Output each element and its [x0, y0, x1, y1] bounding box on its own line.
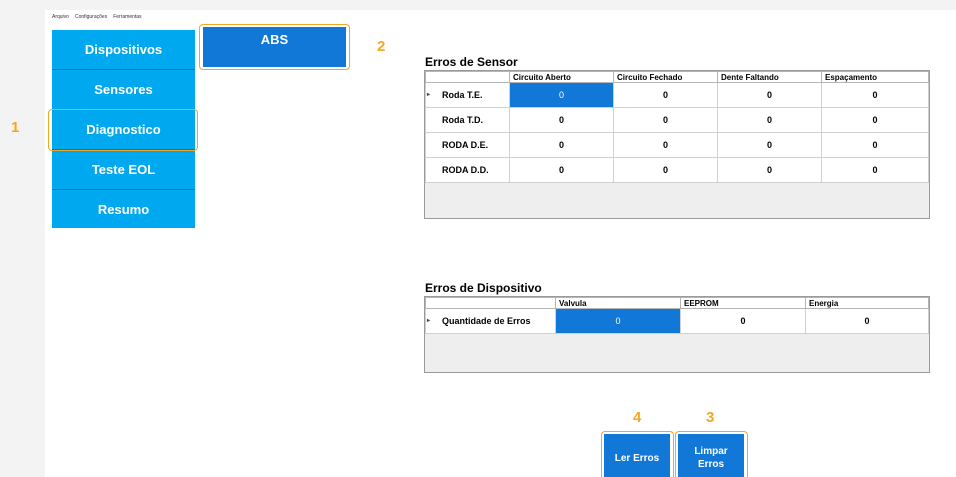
row-header[interactable]: Roda T.D. — [425, 107, 510, 133]
table-cell[interactable]: 0 — [821, 132, 929, 158]
table-cell[interactable]: 0 — [613, 132, 718, 158]
callout-highlight-diagnostico — [48, 109, 198, 151]
menu-ferramentas[interactable]: Ferramentas — [113, 14, 141, 20]
menu-arquivo[interactable]: Arquivo — [52, 14, 69, 20]
clear-errors-button[interactable]: Limpar Erros — [678, 434, 744, 477]
row-header[interactable]: ▸ Roda T.E. — [425, 82, 510, 108]
table-cell[interactable]: 0 — [821, 157, 929, 183]
table-row[interactable]: RODA D.E. 0 0 0 0 — [425, 132, 929, 158]
current-row-marker-icon: ▸ — [427, 318, 431, 324]
table-cell[interactable]: 0 — [717, 107, 822, 133]
sensor-errors-header-row: Circuito Aberto Circuito Fechado Dente F… — [425, 71, 929, 83]
column-header: Energia — [805, 297, 929, 309]
table-cell[interactable]: 0 — [509, 107, 614, 133]
table-row[interactable]: ▸ Quantidade de Erros 0 0 0 — [425, 308, 929, 334]
column-header: Valvula — [555, 297, 681, 309]
row-header[interactable]: RODA D.D. — [425, 157, 510, 183]
table-cell[interactable]: 0 — [717, 157, 822, 183]
table-row[interactable]: ▸ Roda T.E. 0 0 0 0 — [425, 82, 929, 108]
clear-errors-label-line-2: Erros — [697, 459, 725, 470]
column-header: Circuito Aberto — [509, 71, 614, 83]
column-header: Circuito Fechado — [613, 71, 718, 83]
table-cell[interactable]: 0 — [613, 107, 718, 133]
column-header: EEPROM — [680, 297, 806, 309]
table-cell[interactable]: 0 — [717, 82, 822, 108]
table-cell[interactable]: 0 — [821, 82, 929, 108]
device-errors-grid: Valvula EEPROM Energia ▸ Quantidade de Er… — [424, 296, 930, 373]
sensor-errors-grid: Circuito Aberto Circuito Fechado Dente F… — [424, 70, 930, 219]
table-cell[interactable]: 0 — [717, 132, 822, 158]
callout-number-3: 3 — [706, 409, 715, 426]
table-cell[interactable]: 0 — [821, 107, 929, 133]
corner-header — [425, 71, 510, 83]
table-cell[interactable]: 0 — [509, 157, 614, 183]
current-row-marker-icon: ▸ — [427, 92, 431, 98]
table-row[interactable]: Roda T.D. 0 0 0 0 — [425, 107, 929, 133]
table-cell[interactable]: 0 — [509, 132, 614, 158]
menu-configuracoes[interactable]: Configurações — [75, 14, 107, 20]
table-cell[interactable]: 0 — [680, 308, 806, 334]
device-errors-title: Erros de Dispositivo — [425, 281, 542, 295]
table-row[interactable]: RODA D.D. 0 0 0 0 — [425, 157, 929, 183]
nav-item-dispositivos[interactable]: Dispositivos — [52, 30, 195, 70]
read-errors-button[interactable]: Ler Erros — [604, 434, 670, 477]
callout-number-4: 4 — [633, 409, 642, 426]
sensor-errors-title: Erros de Sensor — [425, 55, 518, 69]
nav-item-teste-eol[interactable]: Teste EOL — [52, 150, 195, 190]
nav-item-sensores[interactable]: Sensores — [52, 70, 195, 110]
clear-errors-label-line-1: Limpar — [694, 446, 728, 457]
nav-item-resumo[interactable]: Resumo — [52, 190, 195, 228]
table-cell[interactable]: 0 — [509, 82, 614, 108]
corner-header — [425, 297, 556, 309]
table-cell[interactable]: 0 — [805, 308, 929, 334]
table-cell[interactable]: 0 — [613, 157, 718, 183]
column-header: Dente Faltando — [717, 71, 822, 83]
callout-highlight-abs — [199, 24, 350, 70]
table-cell[interactable]: 0 — [613, 82, 718, 108]
table-cell[interactable]: 0 — [555, 308, 681, 334]
callout-number-1: 1 — [11, 119, 20, 136]
clear-errors-label: Limpar Erros — [694, 445, 727, 471]
read-errors-label: Ler Erros — [614, 452, 660, 464]
device-errors-header-row: Valvula EEPROM Energia — [425, 297, 929, 309]
menu-bar: Arquivo Configurações Ferramentas — [52, 14, 142, 20]
column-header: Espaçamento — [821, 71, 929, 83]
row-header[interactable]: RODA D.E. — [425, 132, 510, 158]
callout-number-2: 2 — [377, 38, 386, 55]
row-header[interactable]: ▸ Quantidade de Erros — [425, 308, 556, 334]
